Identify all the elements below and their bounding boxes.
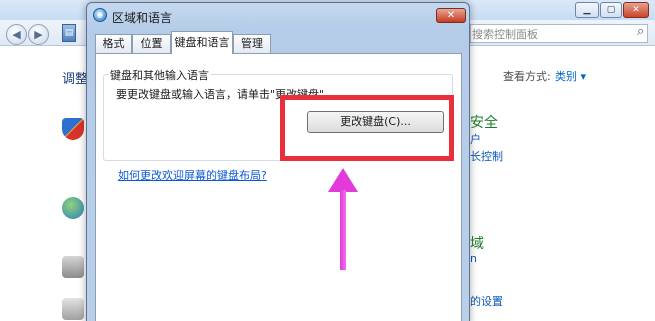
welcome-keyboard-help-link[interactable]: 如何更改欢迎屏幕的键盘布局? [118,167,267,183]
tab-keyboards-languages[interactable]: 键盘和语言 [171,31,233,54]
category-region-link[interactable]: 的设置 [470,293,503,309]
view-by-label: 查看方式: [503,70,551,83]
maximize-button[interactable]: ▢ [600,2,622,18]
window-close-button[interactable]: ✕ [623,2,649,18]
category-security-link[interactable]: 长控制 [470,148,503,164]
printer-icon [62,256,84,278]
tab-formats[interactable]: 格式 [95,34,132,53]
shield-icon [62,118,84,140]
dialog-title: 区域和语言 [112,11,173,25]
category-security-link[interactable]: 户 [470,131,481,147]
minimize-button[interactable]: ▁ [575,2,599,18]
highlight-box [280,95,454,161]
globe-icon: ◉ [93,8,107,22]
search-icon[interactable]: ⌕ [637,24,644,39]
hardware-icon [62,298,84,320]
forward-icon[interactable]: ▶ [28,24,49,45]
back-icon[interactable]: ◀ [6,24,27,45]
group-label: 键盘和其他输入语言 [108,67,211,83]
tab-location[interactable]: 位置 [132,34,171,53]
category-region-title[interactable]: 域 [470,233,484,253]
category-security-title[interactable]: 安全 [470,112,498,132]
category-region-link[interactable]: n [470,252,477,265]
page-title: 调整 [62,72,89,87]
pointer-arrow-shaft [340,190,346,270]
tab-administrative[interactable]: 管理 [233,34,271,53]
view-by-dropdown[interactable]: 类别 ▾ [555,68,586,84]
search-placeholder: 搜索控制面板 [472,28,538,41]
network-icon [62,197,84,219]
region-language-dialog: ◉ 区域和语言 ✕ 格式 位置 键盘和语言 管理 键盘和其他输入语言 要更改键盘… [86,2,470,321]
close-icon[interactable]: ✕ [436,8,466,23]
dialog-body: 格式 位置 键盘和语言 管理 键盘和其他输入语言 要更改键盘或输入语言，请单击"… [93,30,464,321]
control-panel-icon: ▤ [62,24,76,42]
pointer-arrow-head [328,168,358,192]
